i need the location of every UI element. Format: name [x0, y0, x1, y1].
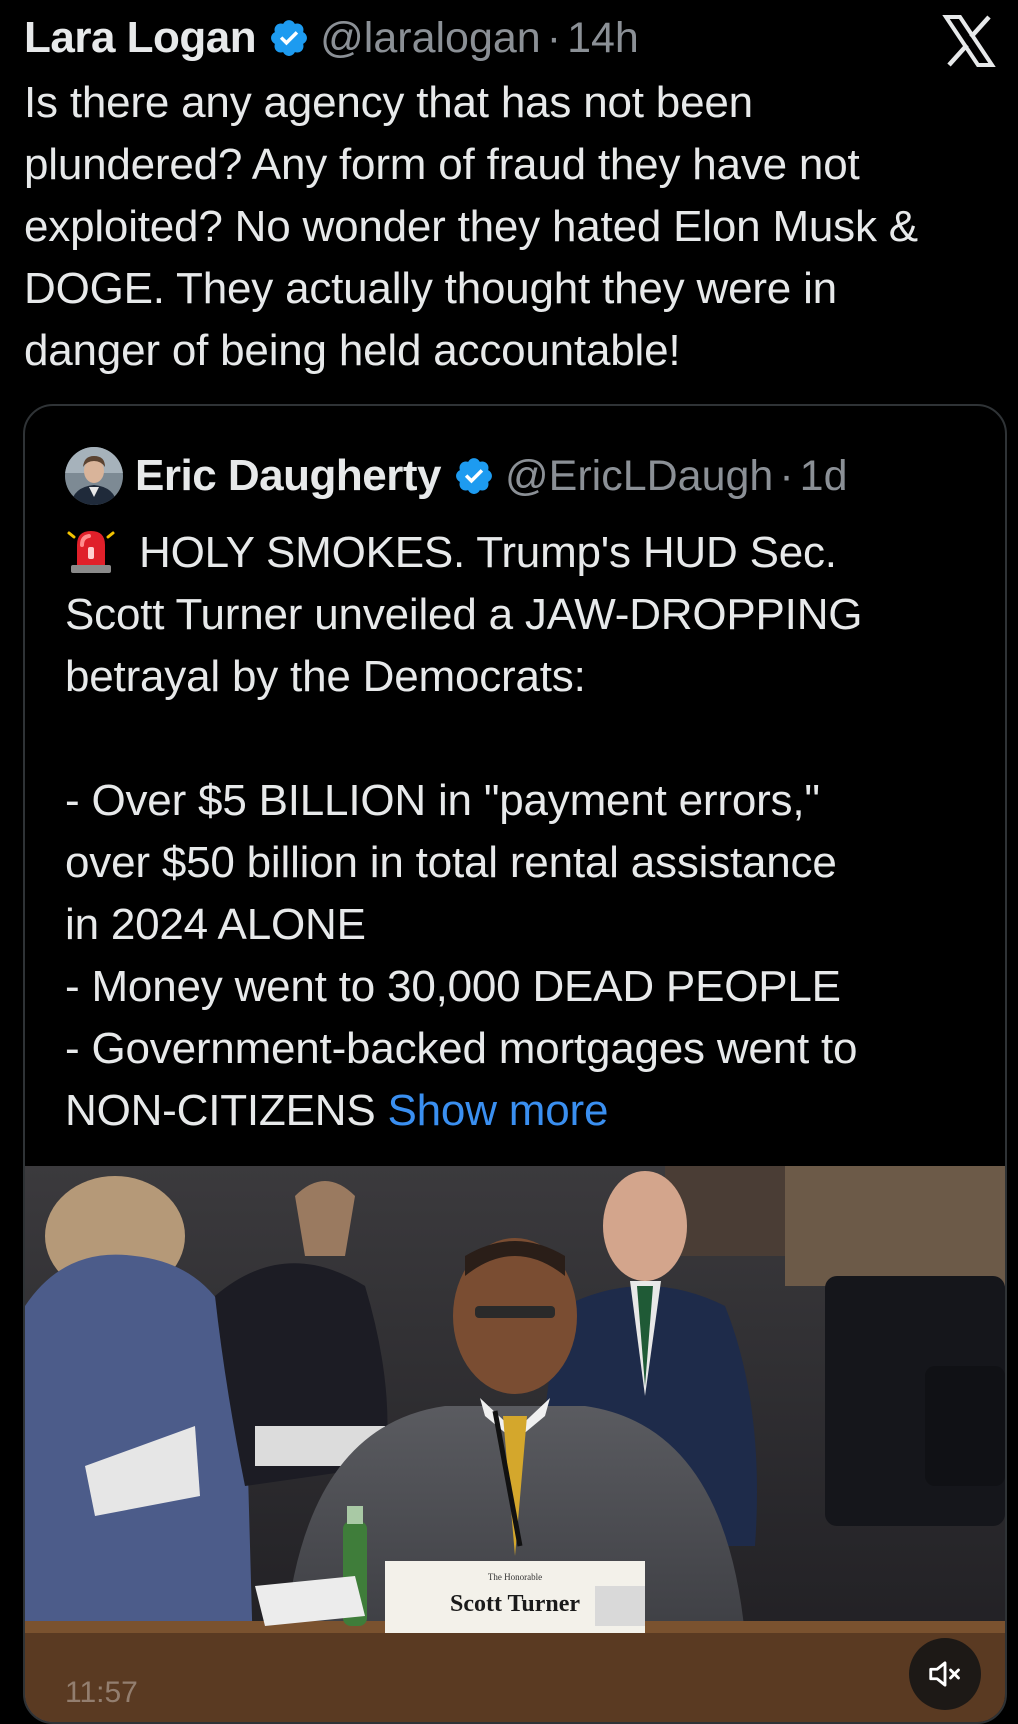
tweet-header: Lara Logan @laralogan · 14h [24, 10, 639, 66]
nameplate-text: Scott Turner [450, 1591, 580, 1617]
quoted-tweet-header: Eric Daugherty @EricLDaugh · 1d [65, 446, 848, 506]
quoted-tweet-text: HOLY SMOKES. Trump's HUD Sec. Scott Turn… [65, 522, 995, 1142]
x-logo-icon[interactable] [942, 14, 996, 68]
separator-dot: · [546, 13, 562, 62]
quoted-author-name[interactable]: Eric Daugherty [135, 451, 441, 501]
author-name[interactable]: Lara Logan [24, 13, 257, 63]
quoted-author-handle[interactable]: @EricLDaugh [505, 452, 773, 501]
quoted-tweet-card[interactable]: Eric Daugherty @EricLDaugh · 1d HOLY SMO… [23, 404, 1007, 1724]
nameplate-small-text: The Honorable [488, 1572, 542, 1582]
avatar[interactable] [65, 447, 123, 505]
speaker-muted-icon [929, 1661, 960, 1687]
video-frame: The Honorable Scott Turner [25, 1166, 1005, 1722]
tweet-text: Is there any agency that has not been pl… [24, 78, 918, 375]
author-handle[interactable]: @laralogan [320, 14, 541, 63]
police-light-emoji-icon [67, 531, 115, 573]
quoted-tweet-timestamp[interactable]: 1d [800, 452, 848, 501]
tweet-timestamp[interactable]: 14h [567, 14, 639, 63]
verified-badge-icon [271, 20, 308, 56]
verified-badge-icon [456, 458, 492, 494]
video-player[interactable]: The Honorable Scott Turner 11:57 [25, 1166, 1005, 1722]
video-time-overlay: 11:57 [65, 1676, 138, 1709]
avatar-image [65, 447, 123, 505]
quoted-tweet-body: HOLY SMOKES. Trump's HUD Sec. Scott Turn… [65, 528, 863, 1135]
mute-button[interactable] [909, 1638, 981, 1710]
show-more-link[interactable]: Show more [388, 1086, 609, 1135]
separator-dot: · [779, 451, 794, 500]
